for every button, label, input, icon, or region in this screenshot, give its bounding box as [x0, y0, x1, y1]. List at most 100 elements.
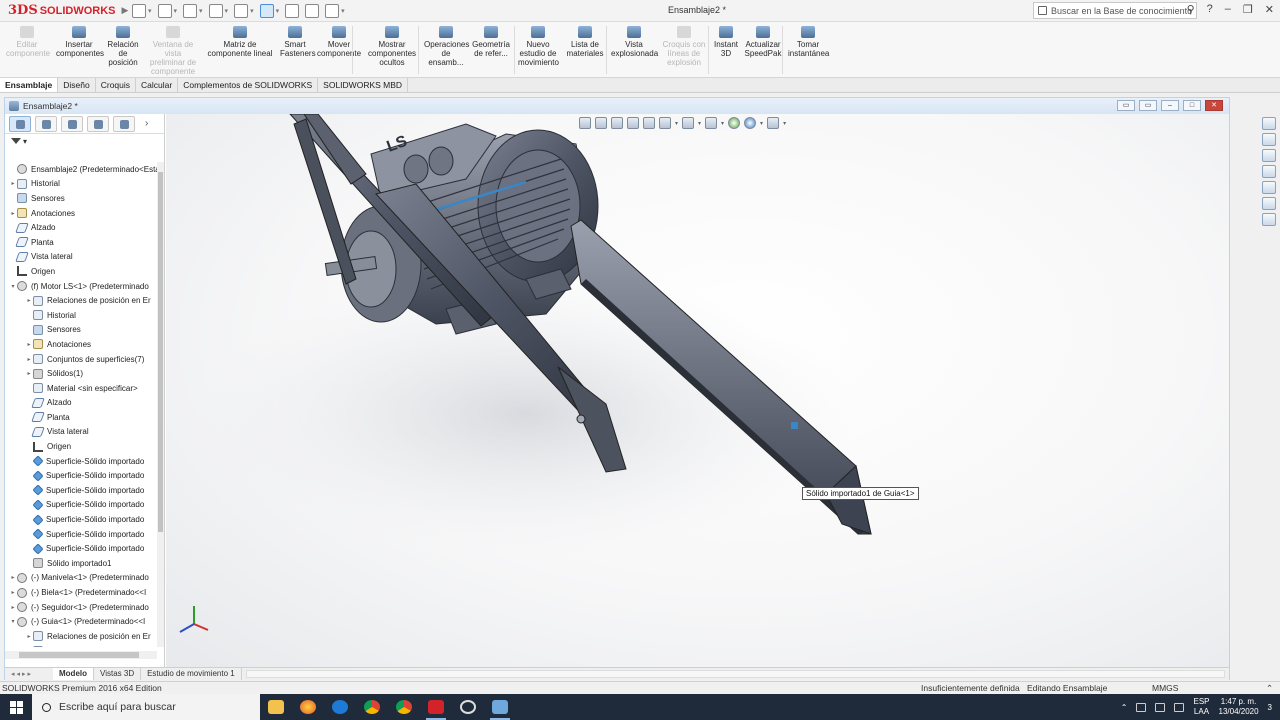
tree-node[interactable]: Superficie-Sólido importado	[5, 498, 157, 513]
display-style-icon[interactable]	[682, 117, 695, 129]
expand-arrow-icon[interactable]: ▸	[9, 604, 17, 611]
expand-arrow-icon[interactable]: ▸	[9, 180, 17, 187]
command-button-6[interactable]: Smart Fasteners	[280, 26, 316, 58]
design-library-icon[interactable]	[1262, 133, 1276, 146]
tree-node[interactable]: ▸ Historial	[5, 177, 157, 192]
collapse-arrow-icon[interactable]: ▾	[9, 618, 17, 625]
tree-node[interactable]: Historial	[5, 644, 157, 647]
tree-node[interactable]: Superficie-Sólido importado	[5, 527, 157, 542]
expand-arrow-icon[interactable]: ▸	[25, 341, 33, 348]
select-dropdown-icon[interactable]: ▾	[276, 7, 280, 15]
cascade-icon[interactable]: ▭	[1139, 100, 1157, 111]
command-button-10[interactable]: Geometría de refer...	[472, 26, 510, 58]
tree-node[interactable]: ▸ (-) Manivela<1> (Predeterminado	[5, 571, 157, 586]
new-document-icon[interactable]	[132, 3, 146, 18]
command-button-14[interactable]: Croquis con líneas de explosión	[662, 26, 706, 67]
tree-node[interactable]: ▸ Relaciones de posición en Er	[5, 293, 157, 308]
apply-scene-icon[interactable]	[744, 117, 757, 129]
file-properties-icon[interactable]	[305, 3, 320, 18]
command-button-11[interactable]: Nuevo estudio de movimiento	[518, 26, 559, 67]
tree-node[interactable]: Sólido importado1	[5, 556, 157, 571]
tree-node[interactable]: Superficie-Sólido importado	[5, 468, 157, 483]
tree-node[interactable]: ▸ (-) Biela<1> (Predeterminado<<I	[5, 585, 157, 600]
tree-node[interactable]: Sensores	[5, 323, 157, 338]
tree-node[interactable]: Origen	[5, 264, 157, 279]
property-manager-tab[interactable]	[35, 115, 57, 132]
file-explorer-icon[interactable]	[1262, 149, 1276, 162]
tree-hscroll-thumb[interactable]	[19, 652, 139, 658]
tree-node[interactable]: ▸ Relaciones de posición en Er	[5, 629, 157, 644]
command-button-2[interactable]: Insertar componentes	[56, 26, 104, 58]
assembly-model[interactable]: LS	[166, 114, 1229, 667]
feature-tree-tab[interactable]	[9, 115, 31, 132]
dimxpert-tab[interactable]	[87, 115, 109, 132]
command-button-7[interactable]: Mover componente	[316, 26, 362, 58]
tree-node[interactable]: Vista lateral	[5, 425, 157, 440]
tree-scroll-thumb[interactable]	[158, 172, 163, 532]
tree-node[interactable]: Sensores	[5, 191, 157, 206]
start-button[interactable]	[0, 694, 32, 720]
print-dropdown-icon[interactable]: ▾	[225, 7, 229, 15]
model-tab[interactable]: Vistas 3D	[94, 668, 142, 680]
expand-arrow-icon[interactable]: ▸	[25, 370, 33, 377]
section-view-icon[interactable]	[627, 117, 639, 129]
graphics-horizontal-scrollbar[interactable]	[245, 670, 1225, 678]
filter-icon[interactable]	[11, 138, 21, 144]
hide-show-dropdown-icon[interactable]: ▾	[721, 120, 724, 127]
dynamic-annotation-icon[interactable]	[643, 117, 655, 129]
unit-system-selector[interactable]: MMGS	[1152, 683, 1178, 693]
taskbar-solidworks[interactable]	[420, 694, 452, 720]
options-gear-icon[interactable]	[325, 3, 340, 18]
language-indicator[interactable]: ESP LAA	[1193, 697, 1209, 717]
solidworks-logo[interactable]: 3DS SOLIDWORKS ▶	[0, 3, 128, 18]
tree-node[interactable]: Superficie-Sólido importado	[5, 483, 157, 498]
restore-button[interactable]: ❐	[1243, 3, 1253, 16]
expand-arrow-icon[interactable]: ▸	[9, 210, 17, 217]
taskbar-search[interactable]: Escribe aquí para buscar	[32, 694, 260, 720]
command-tab[interactable]: Calcular	[136, 78, 179, 92]
tree-node[interactable]: Planta	[5, 235, 157, 250]
display-style-dropdown-icon[interactable]: ▾	[698, 120, 701, 127]
menu-expand-icon[interactable]: ▶	[122, 5, 129, 16]
tree-node[interactable]: Vista lateral	[5, 250, 157, 265]
print-icon[interactable]	[208, 3, 223, 18]
save-dropdown-icon[interactable]: ▾	[199, 7, 203, 15]
view-palette-icon[interactable]	[1262, 165, 1276, 178]
tree-node[interactable]: ▾ (f) Motor LS<1> (Predeterminado	[5, 279, 157, 294]
pen-icon[interactable]	[1155, 702, 1166, 712]
tree-horizontal-scrollbar[interactable]	[5, 651, 157, 659]
volume-icon[interactable]	[1174, 702, 1185, 712]
tab-navigation-arrows[interactable]: ◂◂▸▸	[5, 670, 53, 678]
expand-arrow-icon[interactable]: ▸	[25, 356, 33, 363]
close-button[interactable]: ✕	[1265, 3, 1274, 16]
tree-node[interactable]: ▸ (-) Seguidor<1> (Predeterminado	[5, 600, 157, 615]
expand-arrow-icon[interactable]: ▸	[9, 589, 17, 596]
view-orientation-icon[interactable]	[659, 117, 671, 129]
taskbar-chrome-1[interactable]	[356, 694, 388, 720]
taskbar-app-7[interactable]	[452, 694, 484, 720]
network-icon[interactable]	[1136, 702, 1147, 712]
open-dropdown-icon[interactable]: ▾	[174, 7, 178, 15]
expand-arrow-icon[interactable]: ▸	[25, 297, 33, 304]
appearances-icon[interactable]	[1262, 181, 1276, 194]
tree-node[interactable]: Planta	[5, 410, 157, 425]
command-button-15[interactable]: Instant 3D	[712, 26, 740, 58]
tree-node[interactable]: Superficie-Sólido importado	[5, 454, 157, 469]
filter-dropdown-icon[interactable]: ▾	[23, 137, 27, 146]
edit-appearance-icon[interactable]	[728, 117, 741, 129]
undo-dropdown-icon[interactable]: ▾	[250, 7, 254, 15]
save-icon[interactable]	[183, 3, 198, 18]
taskbar-app-8[interactable]	[484, 694, 516, 720]
command-tab[interactable]: Diseño	[58, 78, 96, 92]
doc-minimize-button[interactable]: –	[1161, 100, 1179, 111]
new-dropdown-icon[interactable]: ▾	[148, 7, 152, 15]
tree-node[interactable]: ▸ Sólidos(1)	[5, 366, 157, 381]
command-tab[interactable]: Complementos de SOLIDWORKS	[178, 78, 319, 92]
previous-view-icon[interactable]	[611, 117, 623, 129]
hide-show-items-icon[interactable]	[705, 117, 718, 129]
clock[interactable]: 1:47 p. m. 13/04/2020	[1219, 697, 1259, 717]
forum-icon[interactable]	[1262, 213, 1276, 226]
tray-expand-icon[interactable]: ⌃	[1121, 703, 1128, 712]
status-expand-icon[interactable]: ⌃	[1266, 683, 1273, 694]
knowledge-base-search[interactable]: Buscar en la Base de conocimiento	[1033, 2, 1197, 19]
